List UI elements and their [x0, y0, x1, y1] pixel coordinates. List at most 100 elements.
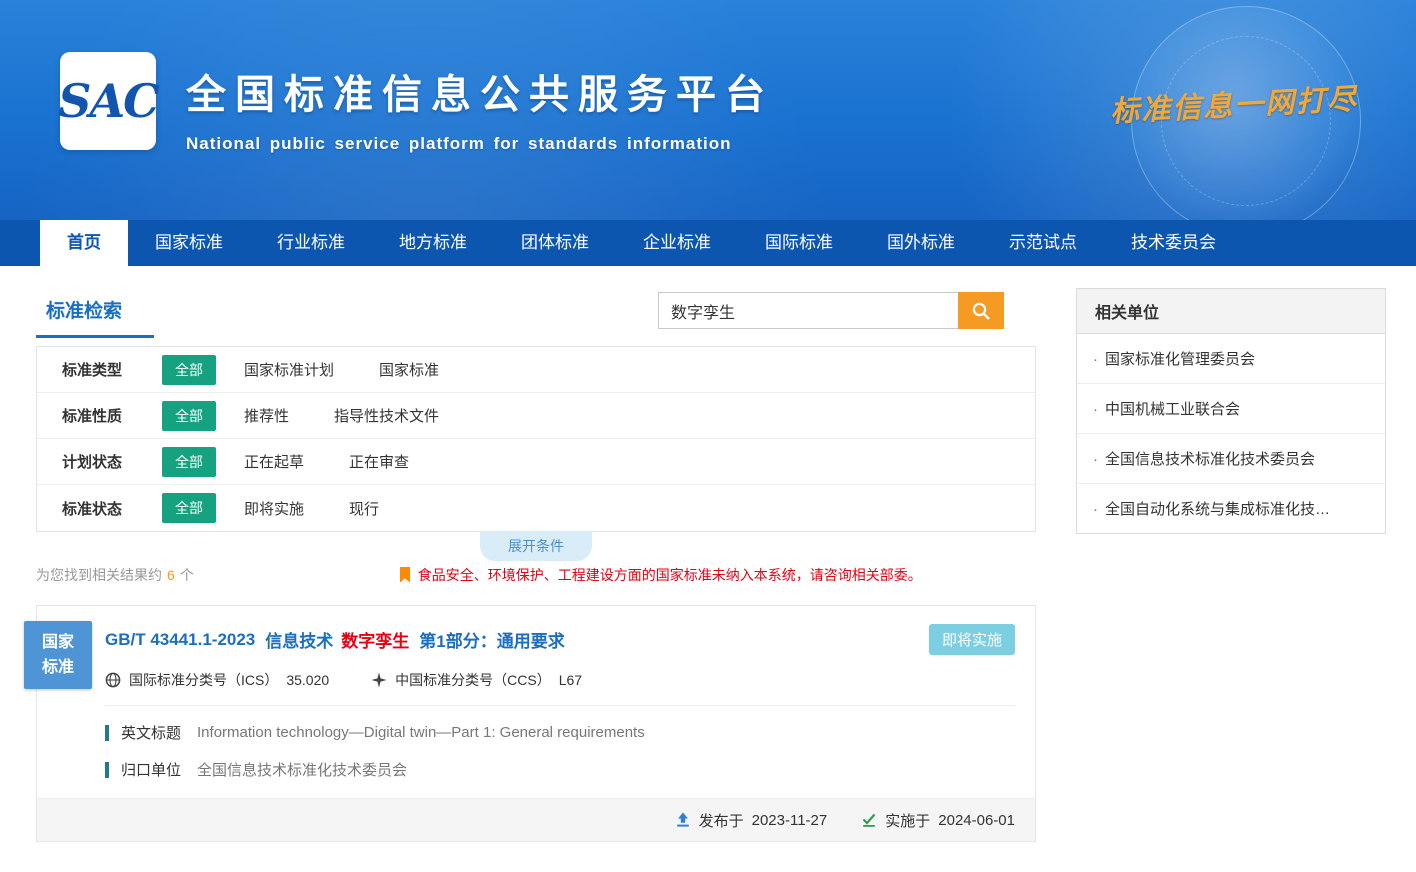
- standard-title-row: GB/T 43441.1-2023 信息技术 数字孪生 第1部分：通用要求 即将…: [105, 624, 1015, 655]
- nav-item-technical-committee[interactable]: 技术委员会: [1104, 220, 1243, 266]
- result-count-suffix: 个: [180, 567, 194, 583]
- expand-conditions-button[interactable]: 展开条件: [480, 531, 592, 561]
- nav-item-local-standards[interactable]: 地方标准: [372, 220, 494, 266]
- filter-all-button[interactable]: 全部: [162, 447, 216, 477]
- implement-label: 实施于: [885, 810, 930, 831]
- classification-row: 国际标准分类号（ICS） 35.020 中国标准分类号（CCS） L67: [105, 670, 1015, 706]
- filter-row-standard-nature: 标准性质 全部 推荐性 指导性技术文件: [37, 393, 1035, 439]
- dept-label: 归口单位: [121, 759, 181, 780]
- result-card-body: GB/T 43441.1-2023 信息技术 数字孪生 第1部分：通用要求 即将…: [37, 606, 1035, 780]
- ics-value: 35.020: [286, 672, 329, 688]
- status-badge: 即将实施: [929, 624, 1015, 655]
- english-title-value: Information technology—Digital twin—Part…: [197, 724, 645, 741]
- publish-date-group: 发布于 2023-11-27: [675, 810, 828, 831]
- filter-option[interactable]: 指导性技术文件: [334, 405, 439, 426]
- dept-row: 归口单位 全国信息技术标准化技术委员会: [105, 759, 1015, 780]
- filter-label: 标准性质: [62, 405, 162, 426]
- sidebar-item-it-standard-committee[interactable]: 全国信息技术标准化技术委员会: [1077, 434, 1385, 484]
- site-subtitle: National public service platform for sta…: [186, 134, 774, 154]
- ccs-label: 中国标准分类号（CCS）: [395, 670, 551, 690]
- filter-option[interactable]: 国家标准计划: [244, 359, 334, 380]
- filter-option[interactable]: 国家标准: [379, 359, 439, 380]
- site-title: 全国标准信息公共服务平台: [186, 62, 774, 120]
- result-card: 国家 标准 GB/T 43441.1-2023 信息技术 数字孪生 第1部分：通…: [36, 605, 1036, 842]
- filter-panel: 标准类型 全部 国家标准计划 国家标准 标准性质 全部 推荐性 指导性技术文件 …: [36, 346, 1036, 532]
- sidebar: 相关单位 国家标准化管理委员会 中国机械工业联合会 全国信息技术标准化技术委员会…: [1076, 288, 1386, 534]
- result-count: 为您找到相关结果约 6个: [36, 565, 194, 585]
- filter-option[interactable]: 正在审查: [349, 451, 409, 472]
- results-info-row: 为您找到相关结果约 6个 食品安全、环境保护、工程建设方面的国家标准未纳入本系统，…: [36, 565, 1036, 585]
- nav-item-home[interactable]: 首页: [40, 220, 128, 266]
- sac-logo-text: SAC: [58, 74, 158, 128]
- nav-item-international-standards[interactable]: 国际标准: [738, 220, 860, 266]
- english-title-label: 英文标题: [121, 722, 181, 743]
- ics-group: 国际标准分类号（ICS） 35.020: [105, 670, 329, 690]
- filter-row-standard-status: 标准状态 全部 即将实施 现行: [37, 485, 1035, 531]
- nav-item-pilot[interactable]: 示范试点: [982, 220, 1104, 266]
- content-column: 标准检索 标准类型 全部 国家标准计划 国家标准: [36, 288, 1036, 842]
- badge-line2: 标准: [24, 655, 92, 680]
- result-count-number: 6: [167, 567, 175, 583]
- filter-all-button[interactable]: 全部: [162, 355, 216, 385]
- filter-option[interactable]: 即将实施: [244, 498, 304, 519]
- ics-label: 国际标准分类号（ICS）: [129, 670, 278, 690]
- filter-option[interactable]: 正在起草: [244, 451, 304, 472]
- row-marker-bar: [105, 725, 109, 741]
- search-icon: [971, 301, 991, 321]
- site-title-block: 全国标准信息公共服务平台 National public service pla…: [186, 62, 774, 154]
- standard-title-highlight[interactable]: 数字孪生: [341, 627, 409, 652]
- standard-code-link[interactable]: GB/T 43441.1-2023: [105, 630, 255, 650]
- page: SAC 全国标准信息公共服务平台 National public service…: [0, 0, 1416, 872]
- filter-all-button[interactable]: 全部: [162, 401, 216, 431]
- english-title-row: 英文标题 Information technology—Digital twin…: [105, 722, 1015, 743]
- nav-item-enterprise-standards[interactable]: 企业标准: [616, 220, 738, 266]
- result-card-footer: 发布于 2023-11-27 实施于 2024-06-01: [37, 798, 1035, 841]
- nav-item-national-standards[interactable]: 国家标准: [128, 220, 250, 266]
- sidebar-item-sac[interactable]: 国家标准化管理委员会: [1077, 334, 1385, 384]
- filter-label: 标准类型: [62, 359, 162, 380]
- nav-item-foreign-standards[interactable]: 国外标准: [860, 220, 982, 266]
- sac-logo[interactable]: SAC: [60, 52, 156, 150]
- search-box: [658, 292, 1004, 329]
- implement-date: 2024-06-01: [938, 812, 1015, 829]
- ccs-value: L67: [559, 672, 582, 688]
- publish-label: 发布于: [699, 810, 744, 831]
- sidebar-item-machinery-federation[interactable]: 中国机械工业联合会: [1077, 384, 1385, 434]
- result-count-prefix: 为您找到相关结果约: [36, 567, 162, 583]
- notice-text: 食品安全、环境保护、工程建设方面的国家标准未纳入本系统，请咨询相关部委。: [418, 565, 922, 585]
- search-input[interactable]: [658, 292, 958, 329]
- filter-option[interactable]: 现行: [349, 498, 379, 519]
- tab-standard-search[interactable]: 标准检索: [36, 288, 154, 338]
- expand-conditions-wrap: 展开条件: [36, 531, 1036, 557]
- dept-value: 全国信息技术标准化技术委员会: [197, 759, 407, 780]
- implement-check-icon: [861, 812, 877, 828]
- nav-item-industry-standards[interactable]: 行业标准: [250, 220, 372, 266]
- related-units-title: 相关单位: [1077, 289, 1385, 334]
- globe-icon: [105, 672, 121, 688]
- ccs-group: 中国标准分类号（CCS） L67: [371, 670, 582, 690]
- sidebar-item-automation-committee[interactable]: 全国自动化系统与集成标准化技…: [1077, 484, 1385, 533]
- system-notice: 食品安全、环境保护、工程建设方面的国家标准未纳入本系统，请咨询相关部委。: [399, 565, 922, 585]
- publish-date: 2023-11-27: [752, 812, 828, 829]
- filter-row-standard-type: 标准类型 全部 国家标准计划 国家标准: [37, 347, 1035, 393]
- search-row: 标准检索: [36, 288, 1036, 346]
- main-nav: 首页 国家标准 行业标准 地方标准 团体标准 企业标准 国际标准 国外标准 示范…: [0, 220, 1416, 266]
- nav-item-group-standards[interactable]: 团体标准: [494, 220, 616, 266]
- site-header: SAC 全国标准信息公共服务平台 National public service…: [0, 0, 1416, 220]
- compass-icon: [371, 672, 387, 688]
- related-units-box: 相关单位 国家标准化管理委员会 中国机械工业联合会 全国信息技术标准化技术委员会…: [1076, 288, 1386, 534]
- filter-row-plan-status: 计划状态 全部 正在起草 正在审查: [37, 439, 1035, 485]
- search-button[interactable]: [958, 292, 1004, 329]
- filter-label: 计划状态: [62, 451, 162, 472]
- filter-label: 标准状态: [62, 498, 162, 519]
- standard-title-part2[interactable]: 第1部分：通用要求: [419, 627, 564, 652]
- publish-icon: [675, 812, 691, 828]
- filter-option[interactable]: 推荐性: [244, 405, 289, 426]
- filter-all-button[interactable]: 全部: [162, 493, 216, 523]
- implement-date-group: 实施于 2024-06-01: [861, 810, 1015, 831]
- notice-bookmark-icon: [399, 567, 411, 583]
- standard-title-part1[interactable]: 信息技术: [265, 627, 333, 652]
- main-area: 标准检索 标准类型 全部 国家标准计划 国家标准: [0, 266, 1416, 872]
- badge-line1: 国家: [24, 630, 92, 655]
- row-marker-bar: [105, 762, 109, 778]
